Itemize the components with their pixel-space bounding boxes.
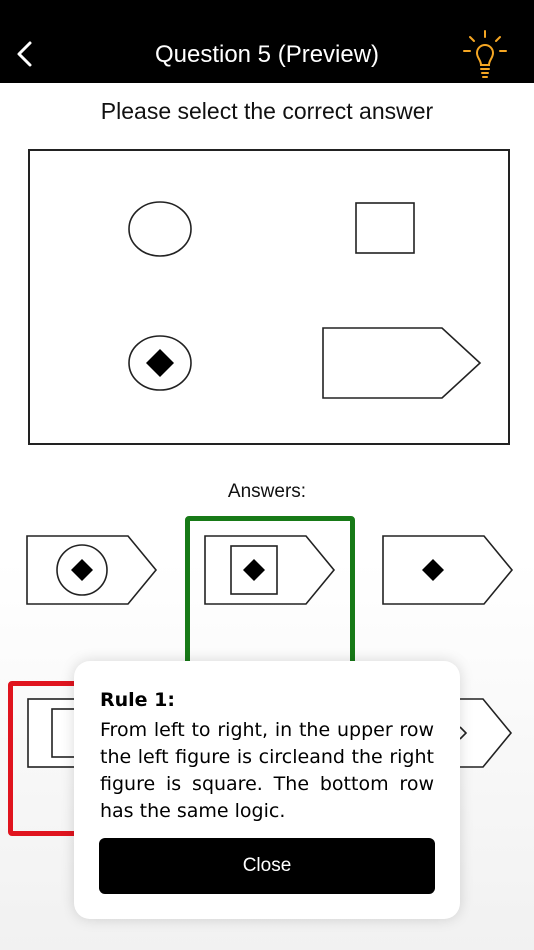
answers-label: Answers:: [227, 481, 307, 502]
page-title: Question 5 (Preview): [154, 41, 380, 68]
instruction-text: Please select the correct answer: [100, 98, 434, 124]
square-figure: [355, 202, 415, 254]
answer-option-2[interactable]: [203, 534, 337, 611]
answer-option-1[interactable]: [25, 534, 159, 611]
circle-figure: [128, 201, 192, 257]
header-bar: Question 5 (Preview): [0, 0, 534, 83]
rule-popup: Rule 1: From left to right, in the upper…: [74, 661, 460, 919]
answer-option-3[interactable]: [381, 534, 515, 611]
puzzle-box: [28, 149, 510, 445]
popup-text: From left to right, in the upper row the…: [100, 719, 434, 822]
hint-button[interactable]: [462, 29, 508, 81]
popup-title: Rule 1:: [100, 689, 175, 711]
lightbulb-icon: [463, 30, 507, 78]
close-button[interactable]: Close: [99, 838, 435, 894]
pentagon-arrow-figure: [322, 327, 482, 399]
